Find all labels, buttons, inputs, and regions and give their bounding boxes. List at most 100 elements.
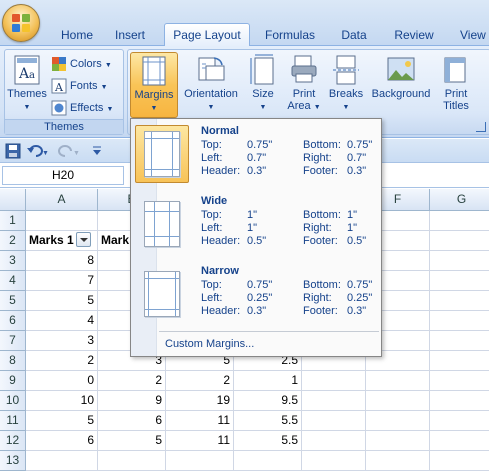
grid-cell[interactable] <box>430 251 489 271</box>
redo-icon[interactable]: ▼ <box>58 143 80 159</box>
margin-option-wide[interactable]: Wide Top: 1" Bottom: 1" Left: 1" Right: … <box>133 191 379 257</box>
tab-review[interactable]: Review <box>386 25 442 46</box>
grid-cell[interactable] <box>302 451 366 471</box>
grid-cell[interactable]: 2 <box>166 371 234 391</box>
page-setup-dialog-launcher-icon[interactable] <box>476 122 486 132</box>
grid-cell[interactable] <box>302 371 366 391</box>
grid-cell[interactable] <box>98 451 166 471</box>
grid-cell[interactable]: 5 <box>26 291 98 311</box>
row-header[interactable]: 11 <box>0 411 26 431</box>
row-header[interactable]: 9 <box>0 371 26 391</box>
colors-button[interactable]: Colors ▼ <box>51 54 112 74</box>
grid-cell[interactable] <box>366 411 430 431</box>
grid-cell[interactable]: 11 <box>166 431 234 451</box>
save-icon[interactable] <box>5 143 21 159</box>
grid-cell[interactable]: 8 <box>26 251 98 271</box>
grid-cell[interactable]: 6 <box>98 411 166 431</box>
header-cell-marks-1[interactable]: Marks 1 <box>26 231 98 251</box>
grid-cell[interactable] <box>302 411 366 431</box>
effects-button[interactable]: Effects ▼ <box>51 98 113 118</box>
grid-cell[interactable] <box>430 431 489 451</box>
grid-cell[interactable]: 7 <box>26 271 98 291</box>
column-header-g[interactable]: G <box>430 189 489 211</box>
grid-cell[interactable]: 10 <box>26 391 98 411</box>
option-name: Wide <box>201 195 228 207</box>
row-header[interactable]: 3 <box>0 251 26 271</box>
grid-cell[interactable]: 5 <box>98 431 166 451</box>
margin-option-normal[interactable]: Normal Top: 0.75" Bottom: 0.75" Left: 0.… <box>133 121 379 187</box>
themes-button[interactable]: A a Themes ▼ <box>7 52 47 118</box>
grid-cell[interactable] <box>302 431 366 451</box>
name-box[interactable]: H20 <box>2 166 124 185</box>
orientation-button[interactable]: Orientation ▼ <box>180 52 242 118</box>
grid-cell[interactable] <box>302 391 366 411</box>
row-header[interactable]: 13 <box>0 451 26 471</box>
grid-cell[interactable]: 2 <box>98 371 166 391</box>
grid-cell[interactable] <box>430 331 489 351</box>
tab-view[interactable]: View <box>452 25 489 46</box>
background-button[interactable]: Background <box>368 52 434 118</box>
customize-toolbar-icon[interactable] <box>92 145 102 157</box>
row-header[interactable]: 10 <box>0 391 26 411</box>
grid-cell[interactable] <box>366 451 430 471</box>
row-header[interactable]: 1 <box>0 211 26 231</box>
grid-cell[interactable]: 5.5 <box>234 431 302 451</box>
tab-data[interactable]: Data <box>332 25 376 46</box>
row-header[interactable]: 2 <box>0 231 26 251</box>
column-header-a[interactable]: A <box>26 189 98 211</box>
margins-button[interactable]: Margins ▼ <box>130 52 178 118</box>
print-area-button[interactable]: Print Area ▼ <box>284 52 324 118</box>
grid-cell[interactable]: 3 <box>26 331 98 351</box>
grid-cell[interactable]: 0 <box>26 371 98 391</box>
grid-cell[interactable] <box>430 391 489 411</box>
select-all-corner[interactable] <box>0 189 26 211</box>
margin-option-narrow[interactable]: Narrow Top: 0.75" Bottom: 0.75" Left: 0.… <box>133 261 379 327</box>
office-button[interactable] <box>2 4 40 42</box>
grid-cell[interactable] <box>430 411 489 431</box>
undo-icon[interactable]: ▼ <box>27 143 49 159</box>
size-button[interactable]: Size ▼ <box>246 52 280 118</box>
grid-cell[interactable]: 4 <box>26 311 98 331</box>
grid-cell[interactable] <box>430 371 489 391</box>
grid-cell[interactable]: 6 <box>26 431 98 451</box>
tab-home[interactable]: Home <box>52 25 102 46</box>
filter-dropdown-icon[interactable] <box>75 232 91 248</box>
grid-cell[interactable]: 2 <box>26 351 98 371</box>
tab-page-layout[interactable]: Page Layout <box>164 23 250 47</box>
grid-cell[interactable] <box>26 451 98 471</box>
grid-cell[interactable] <box>366 371 430 391</box>
grid-cell[interactable] <box>430 451 489 471</box>
grid-cell[interactable] <box>430 271 489 291</box>
footer-label: Footer: <box>303 165 338 177</box>
row-header[interactable]: 5 <box>0 291 26 311</box>
row-header[interactable]: 6 <box>0 311 26 331</box>
row-header[interactable]: 7 <box>0 331 26 351</box>
fonts-button[interactable]: A Fonts ▼ <box>51 76 108 96</box>
grid-cell[interactable] <box>430 311 489 331</box>
grid-cell[interactable]: 11 <box>166 411 234 431</box>
grid-cell[interactable] <box>430 211 489 231</box>
grid-cell[interactable]: 1 <box>234 371 302 391</box>
row-header[interactable]: 12 <box>0 431 26 451</box>
grid-cell[interactable]: 5.5 <box>234 411 302 431</box>
row-header[interactable]: 4 <box>0 271 26 291</box>
breaks-button[interactable]: Breaks ▼ <box>326 52 366 118</box>
grid-cell[interactable]: 19 <box>166 391 234 411</box>
grid-cell[interactable]: 5 <box>26 411 98 431</box>
grid-cell[interactable] <box>366 431 430 451</box>
grid-cell[interactable] <box>26 211 98 231</box>
tab-insert[interactable]: Insert <box>104 25 156 46</box>
grid-cell[interactable] <box>166 451 234 471</box>
print-titles-button[interactable]: Print Titles <box>436 52 476 118</box>
grid-cell[interactable] <box>430 231 489 251</box>
grid-cell[interactable] <box>366 391 430 411</box>
row-header[interactable]: 8 <box>0 351 26 371</box>
grid-cell[interactable] <box>430 291 489 311</box>
custom-margins-item[interactable]: Custom Margins... <box>165 338 254 350</box>
grid-cell[interactable]: 9 <box>98 391 166 411</box>
footer-value: 0.3" <box>347 305 367 317</box>
tab-formulas[interactable]: Formulas <box>256 25 324 46</box>
grid-cell[interactable] <box>430 351 489 371</box>
grid-cell[interactable]: 9.5 <box>234 391 302 411</box>
grid-cell[interactable] <box>234 451 302 471</box>
